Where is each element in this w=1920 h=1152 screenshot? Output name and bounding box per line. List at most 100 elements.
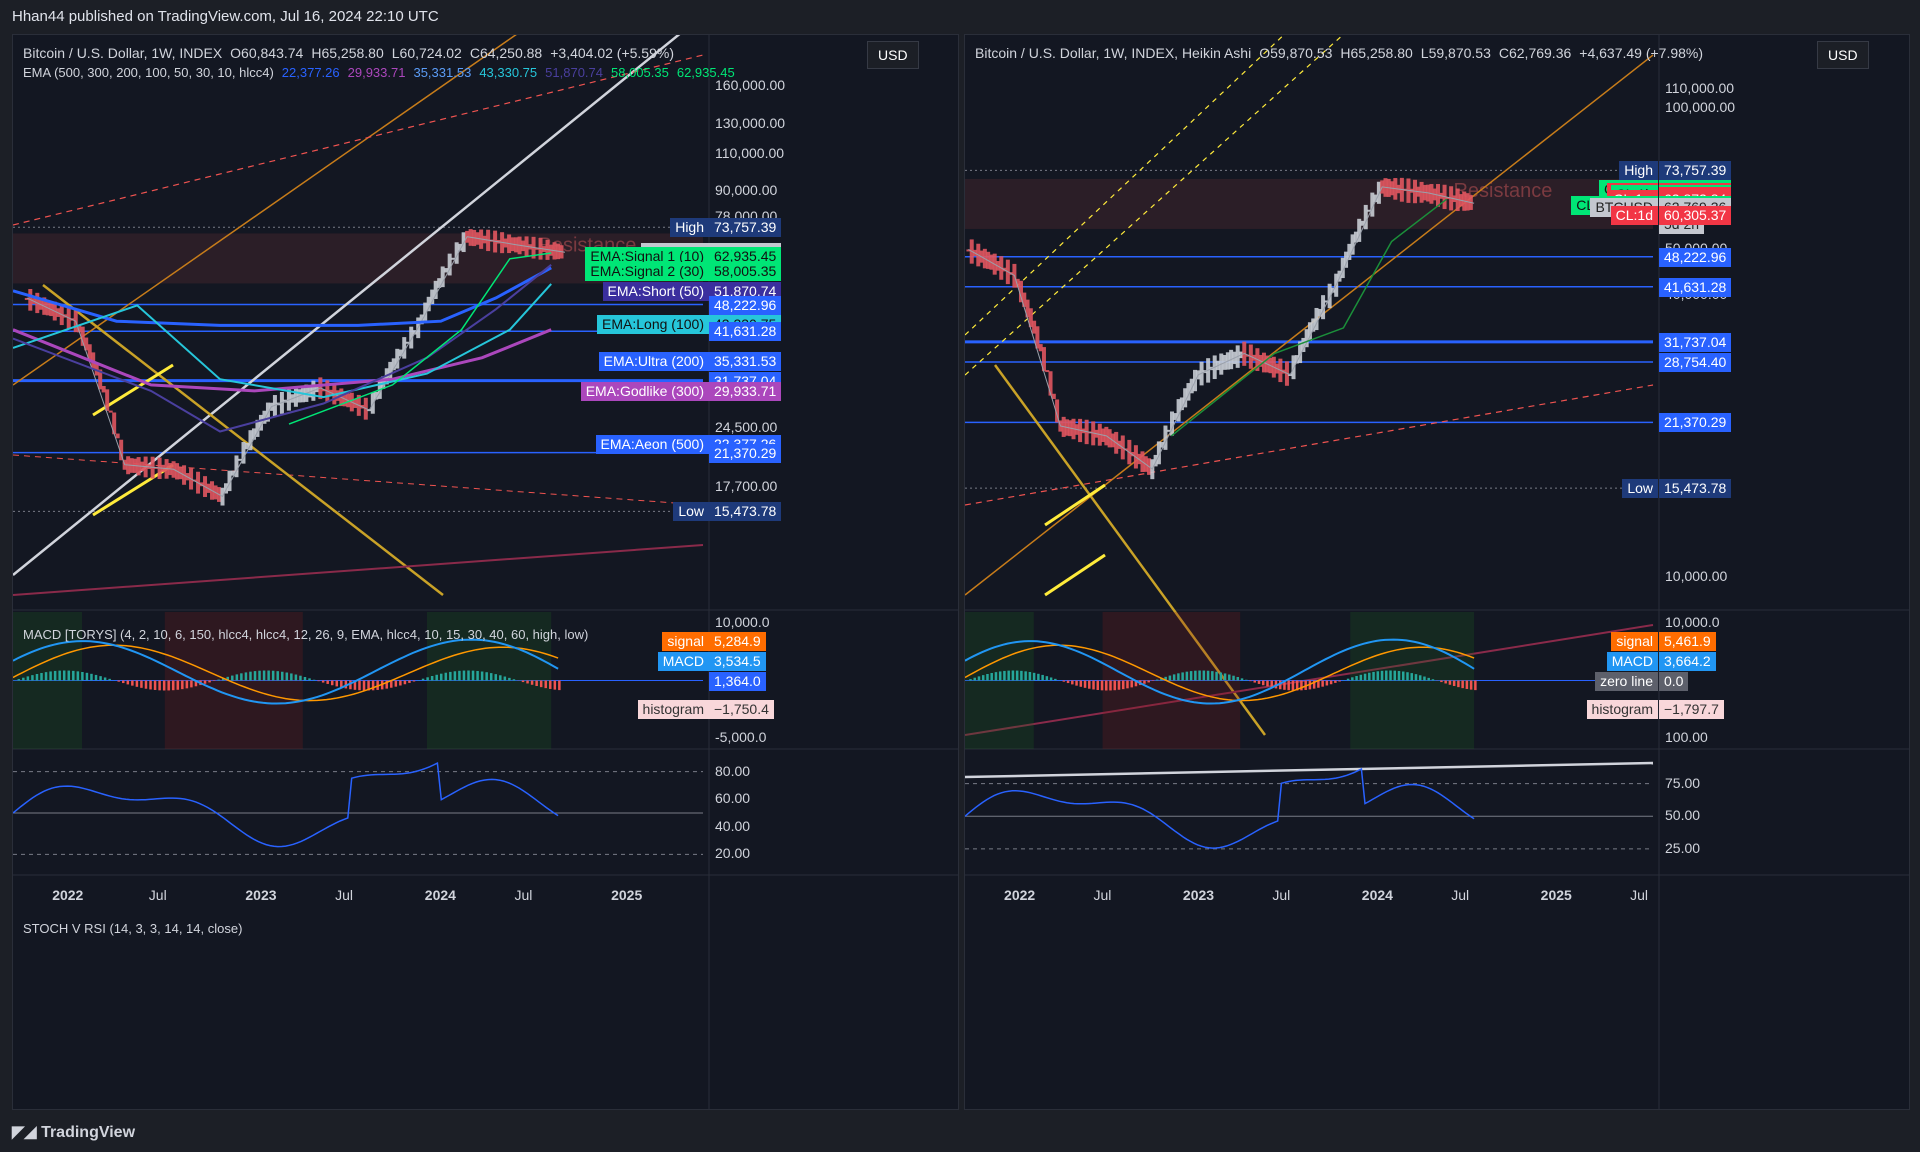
price-label-name: EMA:Short (50) <box>602 282 709 302</box>
macd-axis-tick: -5,000.0 <box>715 729 767 745</box>
macd-histogram-bar <box>1198 670 1201 681</box>
stoch-axis-tick: 75.00 <box>1665 774 1701 791</box>
right-title-open: O59,870.53 <box>1259 45 1333 61</box>
macd-histogram-bar <box>1418 675 1422 681</box>
macd-histogram-bar <box>103 677 107 681</box>
price-label-name: EMA:Godlike (300) <box>580 382 709 402</box>
price-label-value: 28,754.40 <box>1659 353 1732 372</box>
macd-histogram-bar <box>462 670 466 681</box>
macd-histogram-bar <box>439 673 443 681</box>
macd-histogram-bar <box>1397 670 1401 681</box>
macd-histogram-bar <box>240 673 243 681</box>
left-chart-panel[interactable]: Resistance Bitcoin / U.S. Dollar, 1W, IN… <box>12 34 959 1110</box>
macd-histogram-bar <box>1380 670 1384 681</box>
ema-value-100: 43,330.75 <box>479 65 538 80</box>
macd-histogram-bar <box>17 679 21 681</box>
left-currency-button[interactable]: USD <box>867 41 919 69</box>
price-label-value: 60,305.37 <box>1659 206 1732 226</box>
macd-histogram-bar <box>1113 680 1116 691</box>
price-label-value: 41,631.28 <box>709 322 782 342</box>
macd-histogram-bar <box>476 670 479 681</box>
macd-histogram-bar <box>1257 680 1261 684</box>
macd-histogram-bar <box>458 670 461 681</box>
macd-histogram-bar <box>1414 674 1418 681</box>
time-axis-tick: 2022 <box>52 887 84 903</box>
macd-histogram-bar <box>1062 680 1066 682</box>
price-label-value: 15,473.78 <box>709 502 782 522</box>
stoch-axis-tick: 60.00 <box>715 790 751 807</box>
macd-histogram-bar <box>1338 680 1341 682</box>
macd-histogram-bar <box>303 676 307 681</box>
right-price-plot[interactable]: Resistance <box>965 35 1909 1109</box>
macd-axis-tick: 10,000.0 <box>1665 614 1720 630</box>
macd-histogram-bar <box>26 676 30 681</box>
macd-histogram-bar <box>1049 677 1053 681</box>
macd-histogram-bar <box>435 674 438 681</box>
macd-histogram-bar <box>308 678 311 681</box>
macd-histogram-bar <box>1457 680 1460 688</box>
right-currency-button[interactable]: USD <box>1817 41 1869 69</box>
macd-histogram-bar <box>1228 674 1231 681</box>
macd-histogram-bar <box>1202 670 1206 681</box>
macd-histogram-bar <box>1007 670 1010 681</box>
macd-histogram-bar <box>58 670 61 681</box>
macd-histogram-bar <box>480 671 484 681</box>
left-price-plot[interactable]: Resistance <box>13 35 958 1109</box>
macd-histogram-bar <box>1155 679 1159 681</box>
macd-histogram-bar <box>1325 680 1329 686</box>
macd-histogram-bar <box>1024 671 1027 681</box>
macd-histogram-bar <box>1041 674 1044 681</box>
macd-histogram-bar <box>94 674 98 681</box>
price-label-value: 35,331.53 <box>709 352 782 372</box>
macd-histogram-bar <box>1211 671 1214 681</box>
right-title-low: L59,870.53 <box>1420 45 1491 61</box>
macd-histogram-bar <box>62 670 66 681</box>
macd-histogram-bar <box>44 672 48 681</box>
price-label-name: EMA:Signal 2 (30) <box>585 261 709 281</box>
time-axis-tick: 2025 <box>1540 887 1572 903</box>
macd-histogram-bar <box>426 677 429 681</box>
macd-histogram-bar <box>190 680 193 688</box>
ema-value-300: 29,933.71 <box>347 65 406 80</box>
trend-line <box>965 761 1654 779</box>
macd-histogram-bar <box>81 671 84 681</box>
price-candle <box>115 433 120 439</box>
macd-histogram-bar <box>494 674 498 681</box>
macd-histogram-bar <box>1020 670 1023 681</box>
price-label-name: EMA:Long (100) <box>597 314 709 334</box>
price-label-value: 21,370.29 <box>709 443 782 463</box>
macd-histogram-bar <box>290 673 293 681</box>
price-label-name: EMA:Ultra (200) <box>598 352 709 372</box>
macd-histogram-bar <box>1071 680 1074 685</box>
trend-line <box>13 454 704 506</box>
tradingview-logo[interactable]: ◤◢ TradingView <box>12 1122 135 1142</box>
macd-histogram-bar <box>973 677 976 681</box>
price-label-name: High <box>1619 161 1658 181</box>
macd-histogram-bar <box>453 671 457 681</box>
macd-histogram-bar <box>153 680 157 690</box>
time-axis-tick: 2023 <box>1182 887 1215 903</box>
right-chart-panel[interactable]: Resistance Bitcoin / U.S. Dollar, 1W, IN… <box>964 34 1910 1110</box>
macd-histogram-bar <box>1385 670 1388 681</box>
macd-histogram-bar <box>253 671 257 681</box>
macd-histogram-bar <box>1109 680 1112 691</box>
macd-histogram-bar <box>181 680 184 690</box>
macd-histogram-bar <box>1015 670 1019 681</box>
macd-histogram-bar <box>299 675 302 681</box>
macd-histogram-bar <box>1372 671 1375 681</box>
macd-histogram-bar <box>203 680 207 684</box>
macd-histogram-bar <box>394 680 398 687</box>
stoch-axis-tick: 20.00 <box>715 845 751 862</box>
macd-histogram-bar <box>1117 680 1121 690</box>
macd-histogram-bar <box>122 680 125 684</box>
macd-histogram-bar <box>1245 679 1248 681</box>
time-axis-tick: Jul <box>1451 887 1470 903</box>
macd-histogram-bar <box>1253 680 1257 683</box>
right-title-close: C62,769.36 <box>1498 45 1572 61</box>
macd-histogram-bar <box>1359 674 1363 681</box>
price-axis-tick: 17,700.00 <box>715 477 778 494</box>
price-candle <box>108 410 113 413</box>
trend-line <box>13 54 704 226</box>
macd-histogram-bar <box>553 680 557 690</box>
stoch-rsi-line <box>965 767 1475 849</box>
